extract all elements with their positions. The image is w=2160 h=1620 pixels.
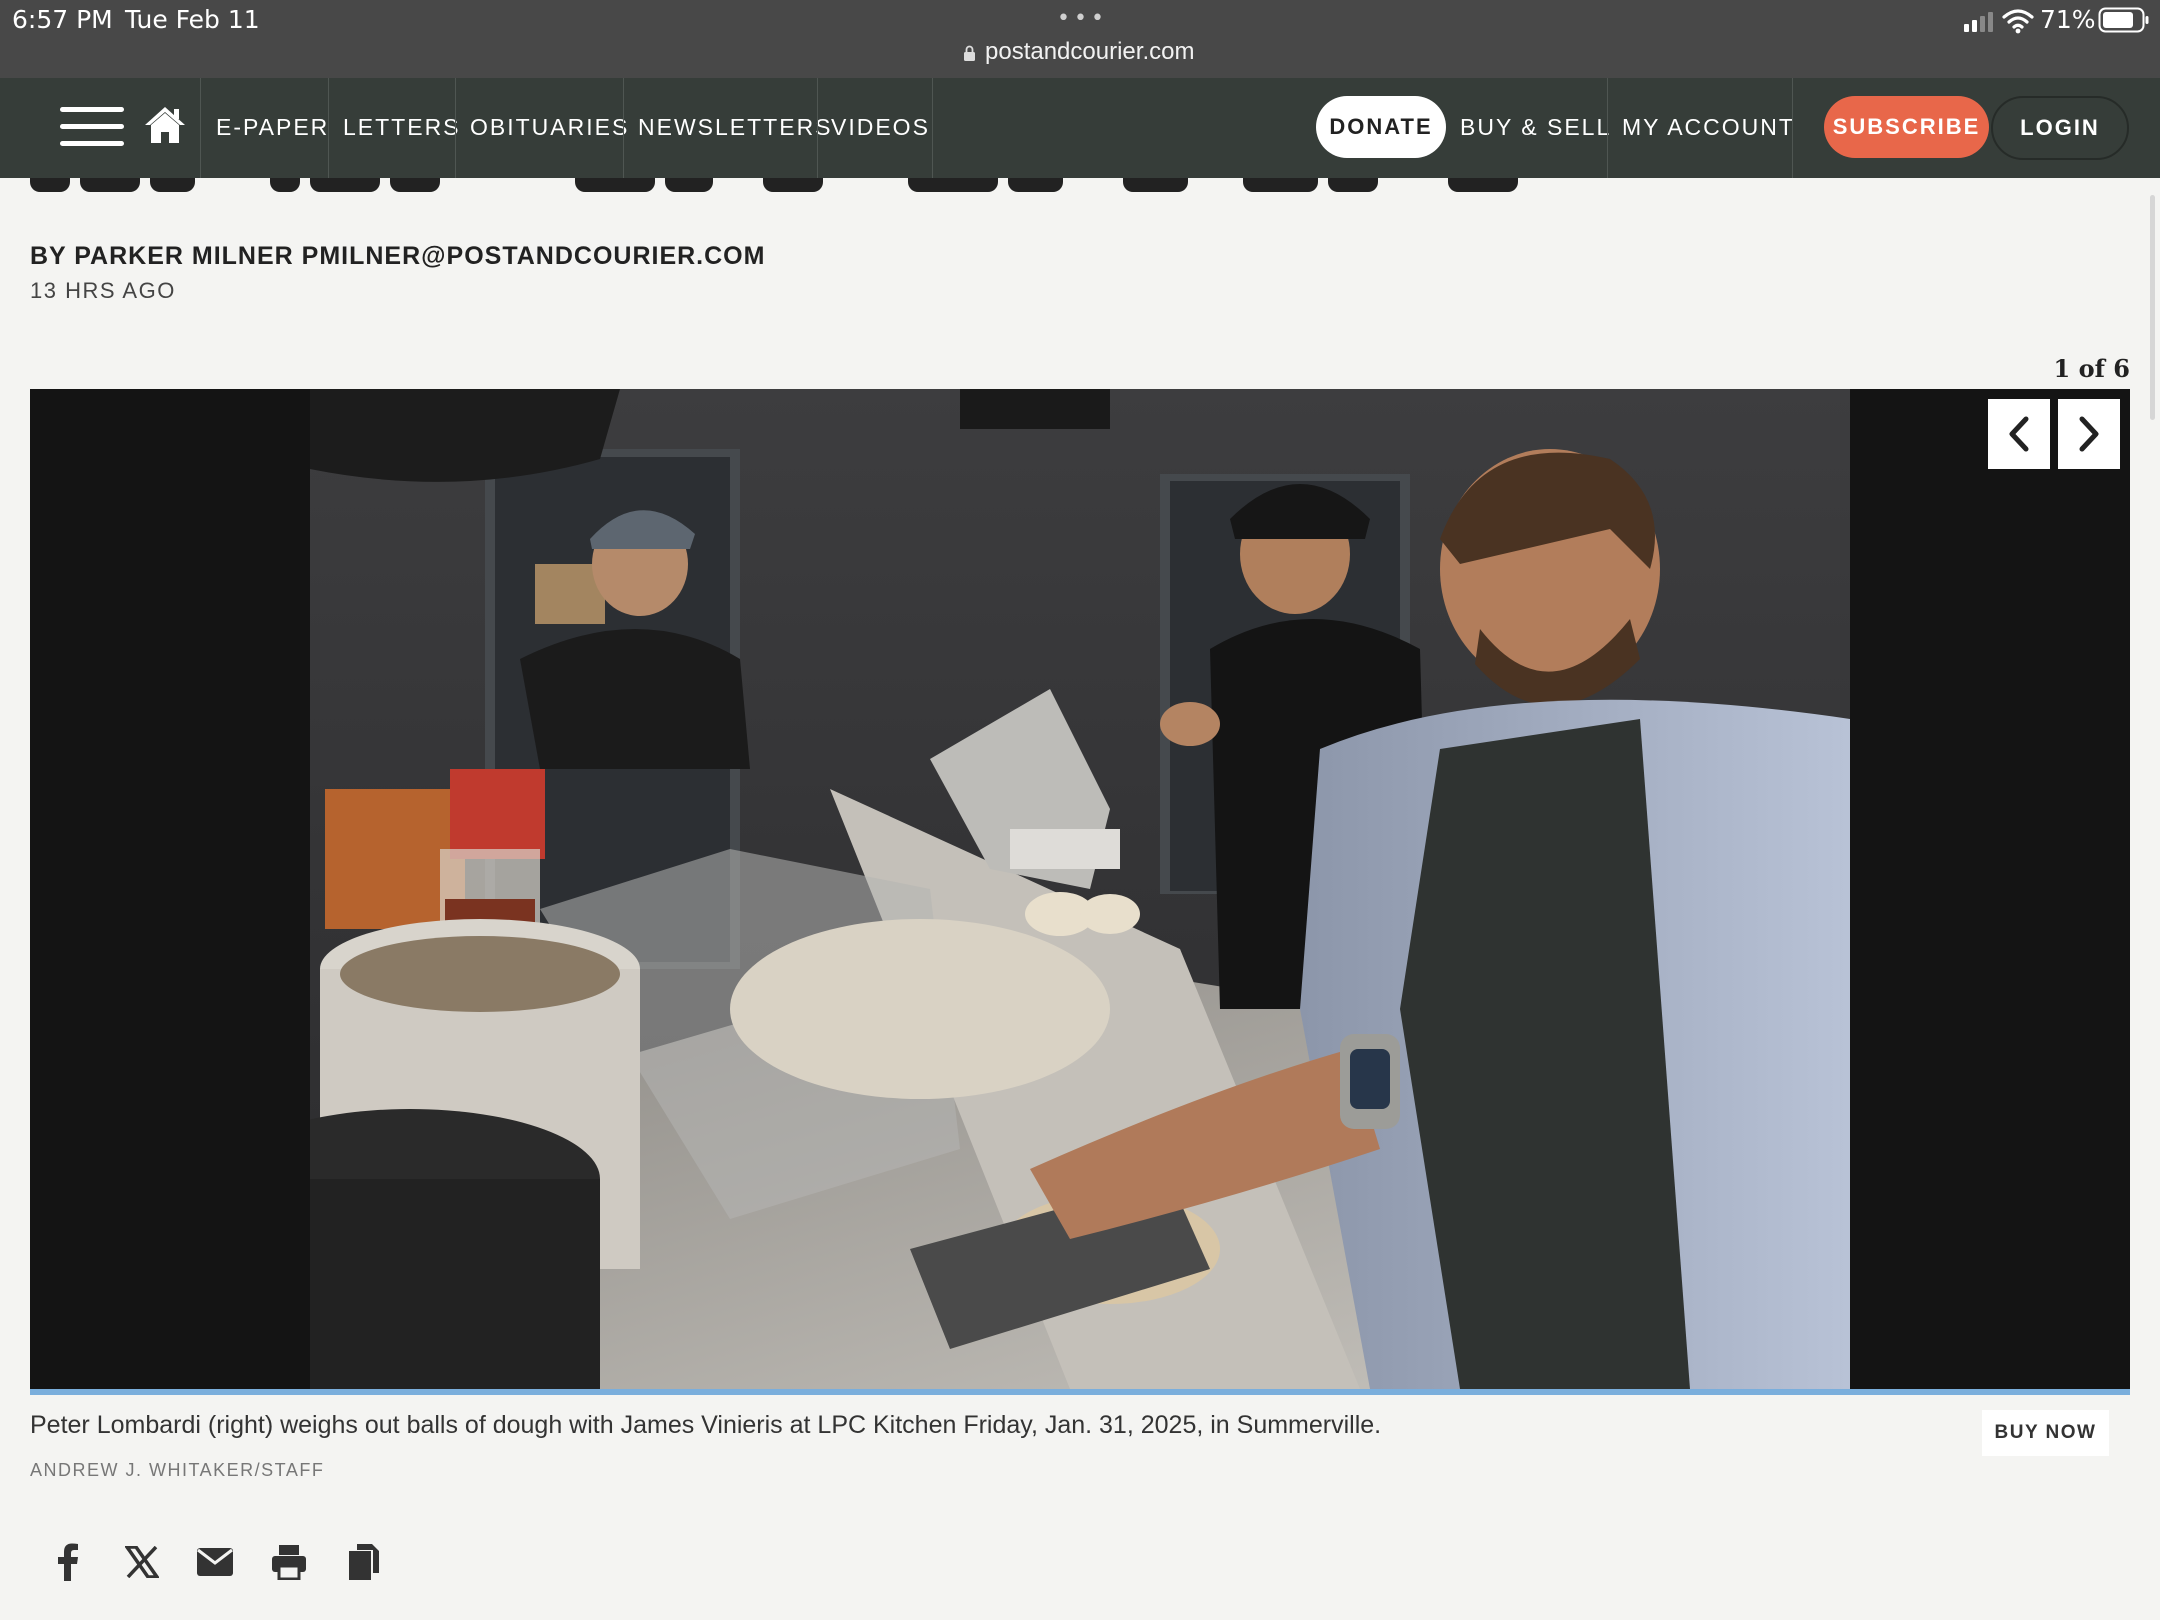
x-icon[interactable]: [122, 1540, 162, 1584]
print-icon[interactable]: [269, 1540, 309, 1584]
battery-icon: [2098, 7, 2149, 33]
email-icon[interactable]: [195, 1540, 235, 1584]
url-text[interactable]: postandcourier.com: [985, 38, 1194, 66]
photo-gallery: [30, 389, 2130, 1389]
chevron-right-icon: [2079, 416, 2099, 452]
status-date: Tue Feb 11: [125, 5, 260, 34]
gallery-progress-bar: [30, 1389, 2130, 1395]
nav-link-epaper[interactable]: E-PAPER: [216, 114, 329, 141]
status-bar: 6:57 PM Tue Feb 11 ••• postandcourier.co…: [0, 0, 2160, 78]
page-scrollbar[interactable]: [2150, 195, 2155, 420]
nav-link-obituaries[interactable]: OBITUARIES: [470, 114, 629, 141]
gallery-next-button[interactable]: [2058, 399, 2120, 469]
wifi-icon: [2002, 9, 2034, 34]
subscribe-button[interactable]: SUBSCRIBE: [1824, 96, 1989, 158]
article-timestamp: 13 HRS AGO: [30, 278, 176, 303]
more-dots-icon[interactable]: •••: [1057, 6, 1108, 31]
photo-credit: ANDREW J. WHITAKER/STAFF: [30, 1460, 325, 1480]
signal-icon: [1964, 12, 1993, 32]
facebook-icon[interactable]: [48, 1540, 88, 1584]
menu-icon[interactable]: [60, 105, 124, 149]
nav-link-videos[interactable]: VIDEOS: [831, 114, 930, 141]
nav-link-buy-sell[interactable]: BUY & SELL: [1460, 114, 1611, 141]
gallery-photo[interactable]: [310, 389, 1850, 1389]
login-button[interactable]: LOGIN: [1991, 96, 2129, 160]
gallery-counter: 1 of 6: [2053, 354, 2130, 383]
home-icon[interactable]: [144, 105, 186, 145]
buy-now-button[interactable]: BUY NOW: [1982, 1410, 2109, 1456]
lock-icon: [964, 45, 975, 61]
chevron-left-icon: [2009, 416, 2029, 452]
headline-remnant: [30, 178, 1730, 200]
donate-button[interactable]: DONATE: [1316, 96, 1446, 158]
gallery-prev-button[interactable]: [1988, 399, 2050, 469]
nav-link-letters[interactable]: LETTERS: [343, 114, 461, 141]
photo-caption: Peter Lombardi (right) weighs out balls …: [30, 1411, 1382, 1439]
article-byline[interactable]: BY PARKER MILNER PMILNER@POSTANDCOURIER.…: [30, 242, 765, 271]
nav-link-newsletters[interactable]: NEWSLETTERS: [638, 114, 833, 141]
site-nav: E-PAPER LETTERS OBITUARIES NEWSLETTERS V…: [0, 78, 2160, 178]
nav-link-my-account[interactable]: MY ACCOUNT: [1622, 114, 1795, 141]
copy-icon[interactable]: [344, 1540, 384, 1584]
status-time: 6:57 PM: [12, 5, 113, 34]
battery-percent: 71%: [2040, 5, 2096, 34]
